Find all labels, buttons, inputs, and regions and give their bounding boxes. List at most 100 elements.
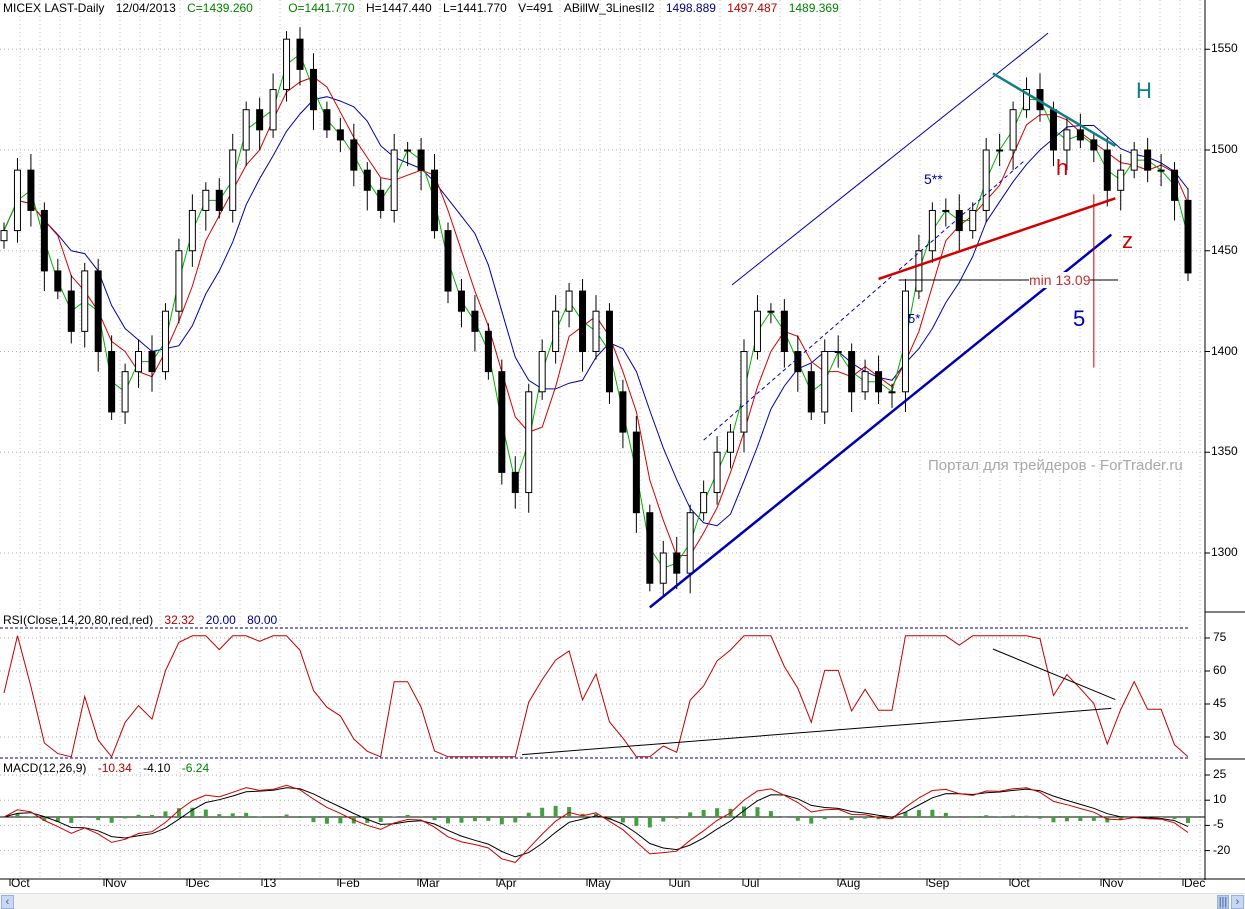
candle-down xyxy=(444,230,452,292)
macd-histogram-bar xyxy=(647,817,652,828)
macd-name: MACD(12,26,9) xyxy=(3,761,87,775)
candle-up xyxy=(1117,169,1125,191)
candle-down xyxy=(605,310,613,393)
macd-histogram-bar xyxy=(392,816,397,817)
macd-histogram-bar xyxy=(257,816,262,817)
price-tick-label: 1350 xyxy=(1211,444,1238,459)
candle-up xyxy=(821,351,829,413)
macd-histogram-bar xyxy=(970,817,975,818)
price-header: MICEX LAST-Daily 12/04/2013 C=1439.260 O… xyxy=(3,1,847,15)
candle-up xyxy=(0,230,8,242)
scroll-left-button[interactable]: ‹ xyxy=(1,895,14,909)
macd-tick-label: -20 xyxy=(1213,842,1231,857)
month-label: Feb xyxy=(339,876,360,890)
candle-down xyxy=(148,351,156,373)
rsi-tick-label: 75 xyxy=(1213,630,1227,644)
macd-histogram-bar xyxy=(230,813,235,817)
price-tick-label: 1400 xyxy=(1211,343,1238,358)
candle-down xyxy=(511,471,519,494)
month-label: 13 xyxy=(263,876,277,890)
macd-histogram-bar xyxy=(916,809,921,817)
macd-histogram-bar xyxy=(755,807,760,817)
macd-histogram-bar xyxy=(163,811,168,817)
candle-down xyxy=(431,169,439,232)
candle-up xyxy=(175,250,183,312)
candle-down xyxy=(646,512,654,584)
candle-down xyxy=(350,139,358,171)
macd-histogram-bar xyxy=(419,816,424,817)
candle-up xyxy=(727,431,735,453)
macd-histogram-bar xyxy=(150,814,154,817)
scroll-thumb[interactable]: ||| xyxy=(1217,895,1229,909)
open-value: O=1441.770 xyxy=(288,1,355,15)
macd-histogram-bar xyxy=(1011,815,1016,817)
candle-down xyxy=(377,189,385,211)
rsi-trendline xyxy=(521,707,1112,756)
macd-histogram-bar xyxy=(284,814,289,817)
h-label: h xyxy=(1056,155,1069,180)
scroll-right-button[interactable]: › xyxy=(1231,895,1244,909)
macd-histogram-bar xyxy=(298,817,302,819)
macd-histogram-bar xyxy=(459,817,464,823)
candle-up xyxy=(915,250,923,292)
symbol-label: MICEX LAST-Daily xyxy=(3,1,105,15)
candle-up xyxy=(659,552,667,584)
macd-histogram-bar xyxy=(446,817,450,824)
candle-up xyxy=(1130,149,1138,171)
candle-down xyxy=(1184,199,1192,274)
rsi-name: RSI(Close,14,20,80,red,red) xyxy=(3,613,154,627)
macd-histogram-bar xyxy=(123,817,128,819)
candle-down xyxy=(1171,169,1179,201)
month-label: Apr xyxy=(498,876,517,890)
candle-up xyxy=(525,391,533,494)
macd-tick-label: 25 xyxy=(1213,767,1227,781)
candle-down xyxy=(1076,129,1084,141)
big-h-label: H xyxy=(1136,78,1152,103)
macd-histogram-bar xyxy=(661,817,666,822)
macd-histogram-bar xyxy=(217,814,222,817)
candle-down xyxy=(67,290,75,332)
candle-up xyxy=(592,310,600,353)
macd-histogram-bar xyxy=(378,817,383,822)
candle-down xyxy=(848,351,856,393)
channel-mid-label: 5* xyxy=(908,311,921,326)
macd-histogram-bar xyxy=(674,817,679,819)
candle-down xyxy=(484,330,492,373)
macd-histogram-bar xyxy=(432,817,437,821)
candle-down xyxy=(336,129,344,141)
month-label: Nov xyxy=(105,876,127,890)
z-label: z xyxy=(1122,228,1133,253)
candle-down xyxy=(780,310,788,353)
candle-up xyxy=(538,351,546,393)
candle-up xyxy=(188,209,196,252)
macd-histogram-bar xyxy=(1091,817,1096,821)
macd-histogram-bar xyxy=(69,817,74,823)
trendline-support-5 xyxy=(649,233,1113,609)
date-label: 12/04/2013 xyxy=(115,1,176,15)
candle-down xyxy=(619,391,627,433)
candle-down xyxy=(632,431,640,514)
candle-down xyxy=(807,371,815,413)
low-value: L=1441.770 xyxy=(443,1,507,15)
macd-histogram-bar xyxy=(513,817,518,823)
macd-histogram-bar xyxy=(472,817,477,822)
candle-up xyxy=(269,89,277,131)
macd-histogram-bar xyxy=(822,817,827,820)
horizontal-scrollbar[interactable]: ‹ ||| › xyxy=(0,893,1245,909)
candle-down xyxy=(108,351,116,413)
macd-histogram-bar xyxy=(836,817,841,818)
five-label: 5 xyxy=(1073,306,1086,331)
macd-histogram-bar xyxy=(984,815,989,817)
candle-up xyxy=(13,169,21,232)
channel-top-label: 5** xyxy=(924,171,943,187)
macd-histogram-bar xyxy=(1051,817,1056,823)
month-label: Nov xyxy=(1102,876,1124,890)
candle-up xyxy=(283,38,291,91)
candle-up xyxy=(969,209,977,232)
macd-tick-label: 10 xyxy=(1213,792,1227,807)
candle-down xyxy=(955,209,963,232)
candle-down xyxy=(471,310,479,332)
candle-up xyxy=(404,149,412,152)
macd-histogram-bar xyxy=(768,811,773,817)
macd-histogram-bar xyxy=(136,814,141,817)
